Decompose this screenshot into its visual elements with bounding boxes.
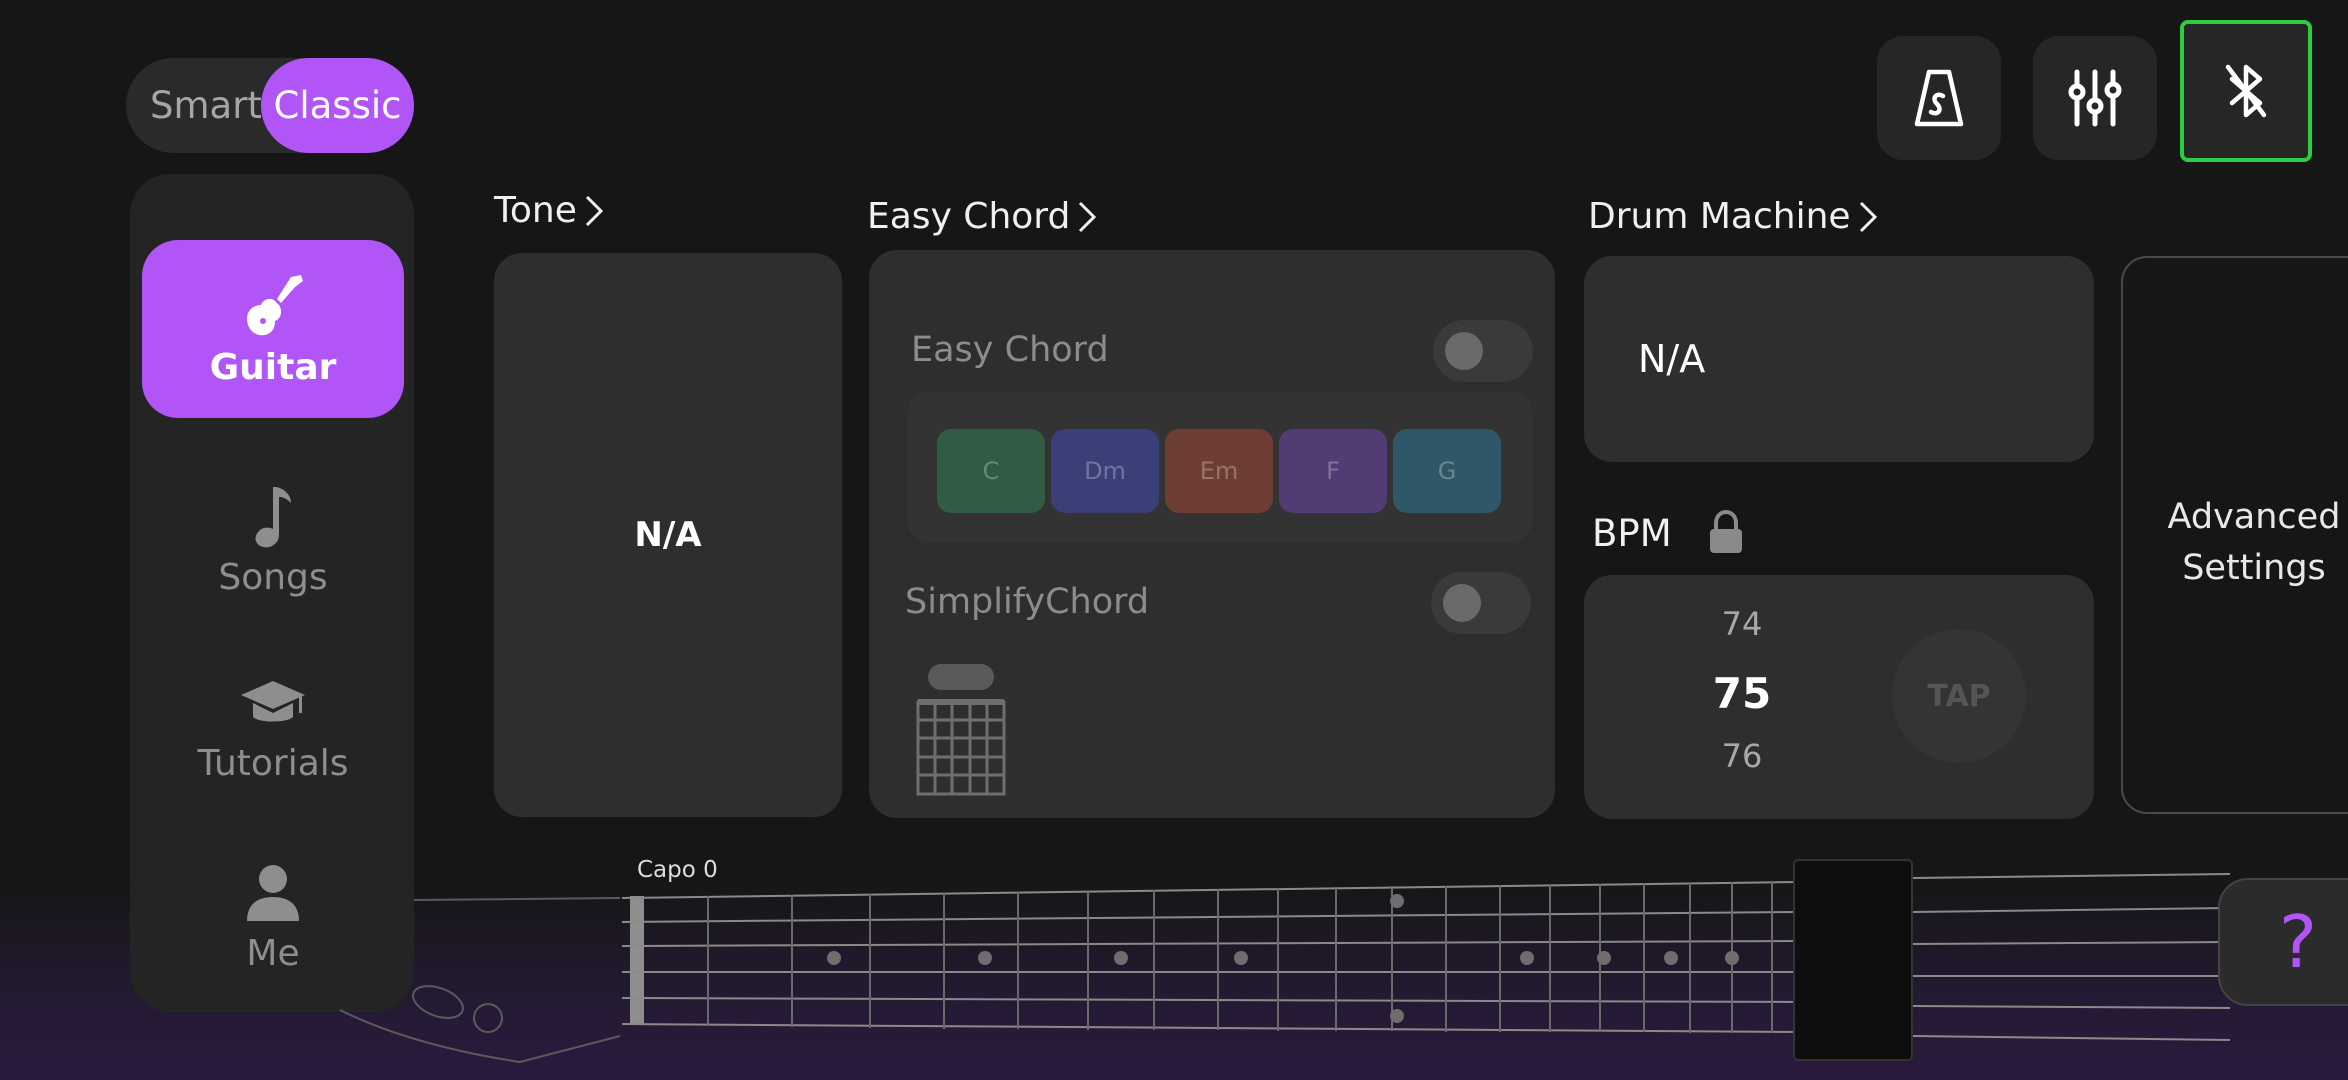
bpm-card: 74 75 76 TAP	[1584, 575, 2094, 819]
drum-pattern-value: N/A	[1638, 337, 1706, 381]
bpm-prev-value[interactable]: 74	[1682, 605, 1802, 643]
drum-machine-header[interactable]: Drum Machine	[1588, 196, 1879, 237]
easy-chord-toggle[interactable]	[1433, 320, 1533, 382]
sidebar-item-songs[interactable]: Songs	[142, 450, 404, 628]
bpm-current-value[interactable]: 75	[1682, 669, 1802, 718]
guitar-fretboard[interactable]	[0, 840, 2348, 1080]
sidebar-item-label: Guitar	[209, 346, 337, 388]
advanced-settings-card[interactable]: Advanced Settings	[2121, 256, 2348, 814]
graduation-cap-icon	[241, 680, 305, 721]
drum-machine-title: Drum Machine	[1588, 196, 1851, 237]
toggle-knob	[1443, 584, 1481, 622]
help-icon: ?	[2278, 900, 2318, 984]
chord-pill-c[interactable]: C	[937, 429, 1045, 513]
chord-pill-dm[interactable]: Dm	[1051, 429, 1159, 513]
chord-pill-em[interactable]: Em	[1165, 429, 1273, 513]
metronome-button[interactable]	[1877, 36, 2001, 160]
easy-chord-title: Easy Chord	[867, 196, 1071, 237]
fret-window-marker[interactable]	[1793, 859, 1913, 1061]
guitar-body-outline	[339, 897, 621, 1064]
sliders-icon	[2068, 69, 2122, 127]
easy-chord-card: Easy Chord C Dm Em F G SimplifyChord	[869, 250, 1555, 818]
chevron-right-icon	[585, 195, 603, 226]
chevron-right-icon	[1079, 201, 1097, 232]
easy-chord-header[interactable]: Easy Chord	[867, 196, 1098, 237]
simplify-chord-label: SimplifyChord	[905, 582, 1150, 622]
bluetooth-button[interactable]	[2180, 20, 2312, 162]
sidebar-item-tutorials[interactable]: Tutorials	[142, 636, 404, 814]
chevron-right-icon	[1859, 201, 1877, 232]
mode-classic-option[interactable]: Classic	[261, 58, 414, 153]
bluetooth-off-icon	[2225, 64, 2267, 118]
electric-guitar-icon	[247, 274, 303, 335]
guitar-nut	[630, 896, 644, 1024]
mixer-button[interactable]	[2033, 36, 2157, 160]
chord-pill-f[interactable]: F	[1279, 429, 1387, 513]
guitar-strings	[621, 873, 2231, 1041]
mode-toggle[interactable]: Smart Classic	[126, 58, 414, 153]
chord-diagram-icon	[916, 664, 1006, 796]
tone-header[interactable]: Tone	[494, 190, 605, 231]
chord-pill-g[interactable]: G	[1393, 429, 1501, 513]
easy-chord-toggle-label: Easy Chord	[911, 330, 1109, 370]
help-button[interactable]: ?	[2218, 878, 2348, 1006]
simplify-chord-toggle[interactable]	[1431, 572, 1531, 634]
drum-pattern-card[interactable]: N/A	[1584, 256, 2094, 462]
metronome-icon	[1914, 69, 1964, 127]
music-note-icon	[255, 486, 291, 547]
toggle-knob	[1445, 332, 1483, 370]
sidebar-item-label: Songs	[218, 556, 328, 598]
bpm-next-value[interactable]: 76	[1682, 737, 1802, 775]
sidebar-item-label: Tutorials	[197, 742, 349, 784]
tone-card[interactable]: N/A	[494, 253, 842, 817]
bpm-label: BPM	[1592, 512, 1672, 555]
tone-title: Tone	[494, 190, 577, 231]
sidebar-item-guitar[interactable]: Guitar	[142, 240, 404, 418]
tone-value: N/A	[634, 515, 702, 555]
advanced-settings-label: Advanced Settings	[2167, 497, 2341, 588]
lock-icon[interactable]	[1708, 510, 1744, 554]
mode-smart-option[interactable]: Smart	[150, 58, 262, 153]
tap-tempo-button[interactable]: TAP	[1892, 629, 2026, 763]
chord-row: C Dm Em F G	[907, 392, 1533, 542]
